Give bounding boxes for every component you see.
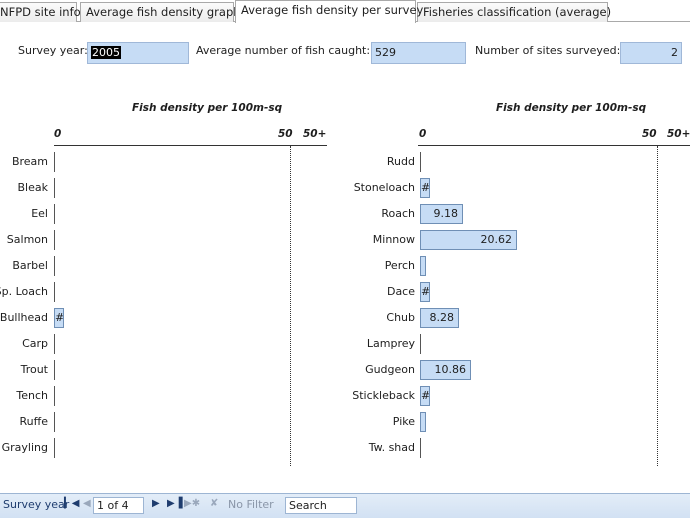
zero-baseline bbox=[54, 204, 55, 224]
zero-baseline bbox=[54, 438, 55, 458]
fish-name-label: Minnow bbox=[372, 233, 415, 246]
zero-baseline bbox=[54, 178, 55, 198]
tick-0: 0 bbox=[419, 128, 427, 140]
fish-name-label: Salmon bbox=[6, 233, 48, 246]
zero-baseline bbox=[54, 152, 55, 172]
fish-name-label: Rudd bbox=[386, 155, 415, 168]
fish-name-label: Stickleback bbox=[352, 389, 415, 402]
fish-name-label: Dace bbox=[386, 285, 415, 298]
zero-baseline bbox=[54, 334, 55, 354]
record-label: Survey year bbox=[3, 498, 70, 511]
fish-name-label: Barbel bbox=[12, 259, 48, 272]
fish-name-label: Lamprey bbox=[366, 337, 415, 350]
filter-status[interactable]: No Filter bbox=[228, 498, 274, 511]
sites-surveyed-field[interactable]: 2 bbox=[620, 42, 682, 64]
tick-50: 50 bbox=[642, 128, 657, 140]
fish-name-label: Sp. Loach bbox=[0, 285, 48, 298]
zero-baseline bbox=[54, 386, 55, 406]
zero-baseline bbox=[54, 360, 55, 380]
density-bar: 20.62 bbox=[420, 230, 517, 250]
no-filter-icon[interactable]: ✘ bbox=[210, 498, 218, 509]
zero-baseline bbox=[420, 438, 421, 458]
tick-50-plus: 50+ bbox=[303, 128, 327, 140]
fish-name-label: Grayling bbox=[1, 441, 48, 454]
fish-name-label: Roach bbox=[381, 207, 415, 220]
density-bar: 9.18 bbox=[420, 204, 463, 224]
fish-name-label: Chub bbox=[386, 311, 415, 324]
density-bar: # bbox=[54, 308, 64, 328]
zero-baseline bbox=[54, 230, 55, 250]
fish-name-label: Tw. shad bbox=[368, 441, 415, 454]
fish-name-label: Eel bbox=[31, 207, 48, 220]
tab-average-fish-density-per-survey[interactable]: Average fish density per survey bbox=[235, 0, 423, 23]
zero-baseline bbox=[54, 282, 55, 302]
new-record-icon[interactable]: ▶✱ bbox=[184, 498, 200, 509]
previous-record-icon[interactable]: ◀ bbox=[83, 498, 91, 509]
survey-year-label: Survey year: bbox=[18, 44, 88, 57]
record-position-input[interactable]: 1 of 4 bbox=[93, 497, 144, 514]
fish-name-label: Trout bbox=[20, 363, 48, 376]
fish-name-label: Stoneloach bbox=[353, 181, 415, 194]
zero-baseline bbox=[54, 412, 55, 432]
avg-fish-caught-field[interactable]: 529 bbox=[371, 42, 466, 64]
search-box[interactable]: Search bbox=[285, 497, 357, 514]
density-bar bbox=[420, 412, 426, 432]
chart-title: Fish density per 100m-sq bbox=[496, 102, 647, 114]
tick-50-plus: 50+ bbox=[667, 128, 690, 140]
fish-name-label: Bullhead bbox=[0, 311, 48, 324]
fish-name-label: Tench bbox=[16, 389, 48, 402]
sites-surveyed-label: Number of sites surveyed: bbox=[475, 44, 621, 57]
x-axis bbox=[54, 145, 327, 146]
density-bar: # bbox=[420, 178, 430, 198]
survey-year-value: 2005 bbox=[91, 46, 121, 59]
tick-0: 0 bbox=[54, 128, 62, 140]
record-navigation-bar: Survey year ▎◀ ◀ 1 of 4 ▶ ▶▐ ▶✱ ✘ No Fil… bbox=[0, 493, 690, 518]
tab-fisheries-classification[interactable]: Fisheries classification (average) bbox=[417, 2, 611, 22]
avg-fish-caught-label: Average number of fish caught: bbox=[196, 44, 371, 57]
fifty-marker-line bbox=[657, 146, 658, 466]
x-axis bbox=[418, 145, 690, 146]
fifty-marker-line bbox=[290, 146, 291, 466]
first-record-icon[interactable]: ▎◀ bbox=[64, 498, 79, 509]
fish-name-label: Bream bbox=[11, 155, 48, 168]
zero-baseline bbox=[420, 334, 421, 354]
density-bar bbox=[420, 256, 426, 276]
zero-baseline bbox=[420, 152, 421, 172]
next-record-icon[interactable]: ▶ bbox=[152, 498, 160, 509]
zero-baseline bbox=[54, 256, 55, 276]
density-bar: # bbox=[420, 386, 430, 406]
fish-name-label: Gudgeon bbox=[365, 363, 415, 376]
fish-name-label: Carp bbox=[22, 337, 48, 350]
chart-title: Fish density per 100m-sq bbox=[132, 102, 283, 114]
last-record-icon[interactable]: ▶▐ bbox=[167, 498, 182, 509]
survey-year-field[interactable]: 2005 bbox=[87, 42, 189, 64]
fish-name-label: Pike bbox=[392, 415, 415, 428]
tab-nfpd-site-info[interactable]: NFPD site info bbox=[0, 2, 81, 22]
density-bar: 10.86 bbox=[420, 360, 471, 380]
fish-name-label: Ruffe bbox=[19, 415, 48, 428]
density-bar: # bbox=[420, 282, 430, 302]
tick-50: 50 bbox=[278, 128, 293, 140]
fish-name-label: Bleak bbox=[17, 181, 48, 194]
fish-name-label: Perch bbox=[384, 259, 415, 272]
density-bar: 8.28 bbox=[420, 308, 459, 328]
tab-strip: NFPD site info Average fish density grap… bbox=[0, 0, 690, 23]
tab-average-fish-density-graph[interactable]: Average fish density graph bbox=[80, 2, 241, 22]
